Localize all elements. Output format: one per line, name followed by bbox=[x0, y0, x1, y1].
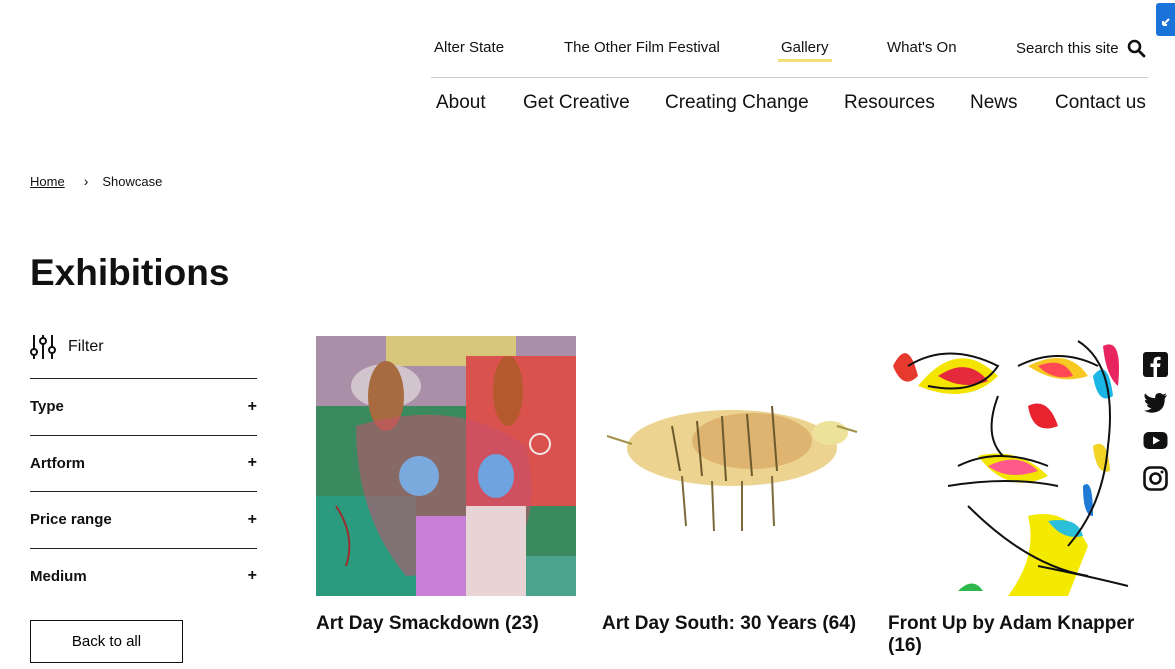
filter-price-range[interactable]: Price range + bbox=[30, 491, 257, 548]
nav-contact-us[interactable]: Contact us bbox=[1055, 92, 1146, 114]
exhibition-card[interactable]: Art Day Smackdown (23) bbox=[316, 336, 576, 635]
page-title: Exhibitions bbox=[30, 252, 230, 293]
search-link[interactable]: Search this site bbox=[1016, 39, 1146, 58]
corner-tab[interactable] bbox=[1156, 3, 1175, 36]
chevron-right-icon: › bbox=[83, 173, 89, 189]
search-label: Search this site bbox=[1016, 40, 1119, 57]
main-nav: About Get Creative Creating Change Resou… bbox=[0, 92, 1175, 116]
utility-nav: Alter State The Other Film Festival Gall… bbox=[431, 30, 1148, 78]
social-links bbox=[1143, 352, 1169, 504]
exhibition-image[interactable] bbox=[888, 336, 1148, 596]
plus-icon: + bbox=[247, 397, 257, 415]
breadcrumb: Home › Showcase bbox=[30, 173, 162, 189]
exhibition-title[interactable]: Art Day South: 30 Years (64) bbox=[602, 613, 862, 635]
twitter-icon[interactable] bbox=[1143, 390, 1168, 415]
nav-creating-change[interactable]: Creating Change bbox=[665, 92, 809, 114]
exhibition-title[interactable]: Front Up by Adam Knapper (16) bbox=[888, 613, 1148, 657]
breadcrumb-current: Showcase bbox=[102, 173, 163, 189]
filter-price-range-label: Price range bbox=[30, 511, 112, 529]
util-link-whats-on[interactable]: What's On bbox=[887, 39, 957, 56]
collapse-icon bbox=[1162, 18, 1170, 26]
exhibition-image[interactable] bbox=[316, 336, 576, 596]
filter-medium[interactable]: Medium + bbox=[30, 547, 257, 605]
sliders-icon bbox=[30, 335, 56, 359]
nav-get-creative[interactable]: Get Creative bbox=[523, 92, 630, 114]
exhibition-card[interactable]: Art Day South: 30 Years (64) bbox=[602, 336, 862, 635]
nav-about[interactable]: About bbox=[436, 92, 486, 114]
util-link-alter-state[interactable]: Alter State bbox=[434, 39, 504, 56]
search-icon bbox=[1127, 39, 1145, 58]
filter-type-label: Type bbox=[30, 398, 64, 416]
nav-resources[interactable]: Resources bbox=[844, 92, 935, 114]
exhibition-card[interactable]: Front Up by Adam Knapper (16) bbox=[888, 336, 1148, 657]
util-link-other-film-festival[interactable]: The Other Film Festival bbox=[564, 39, 720, 56]
filter-toggle[interactable]: Filter bbox=[30, 334, 104, 360]
filter-artform[interactable]: Artform + bbox=[30, 434, 257, 492]
util-link-gallery[interactable]: Gallery bbox=[778, 39, 832, 62]
instagram-icon[interactable] bbox=[1143, 466, 1168, 491]
filter-type[interactable]: Type + bbox=[30, 378, 257, 435]
breadcrumb-home[interactable]: Home bbox=[30, 174, 65, 189]
filter-list: Type + Artform + Price range + Medium + bbox=[30, 378, 257, 604]
exhibition-title[interactable]: Art Day Smackdown (23) bbox=[316, 613, 576, 635]
nav-news[interactable]: News bbox=[970, 92, 1018, 114]
facebook-icon[interactable] bbox=[1143, 352, 1168, 377]
plus-icon: + bbox=[247, 567, 257, 585]
exhibition-image[interactable] bbox=[602, 336, 862, 596]
filter-medium-label: Medium bbox=[30, 567, 87, 585]
back-to-all-button[interactable]: Back to all bbox=[30, 620, 183, 663]
filter-artform-label: Artform bbox=[30, 454, 85, 472]
filter-label: Filter bbox=[68, 338, 104, 355]
youtube-icon[interactable] bbox=[1143, 428, 1168, 453]
plus-icon: + bbox=[247, 454, 257, 472]
plus-icon: + bbox=[247, 510, 257, 528]
